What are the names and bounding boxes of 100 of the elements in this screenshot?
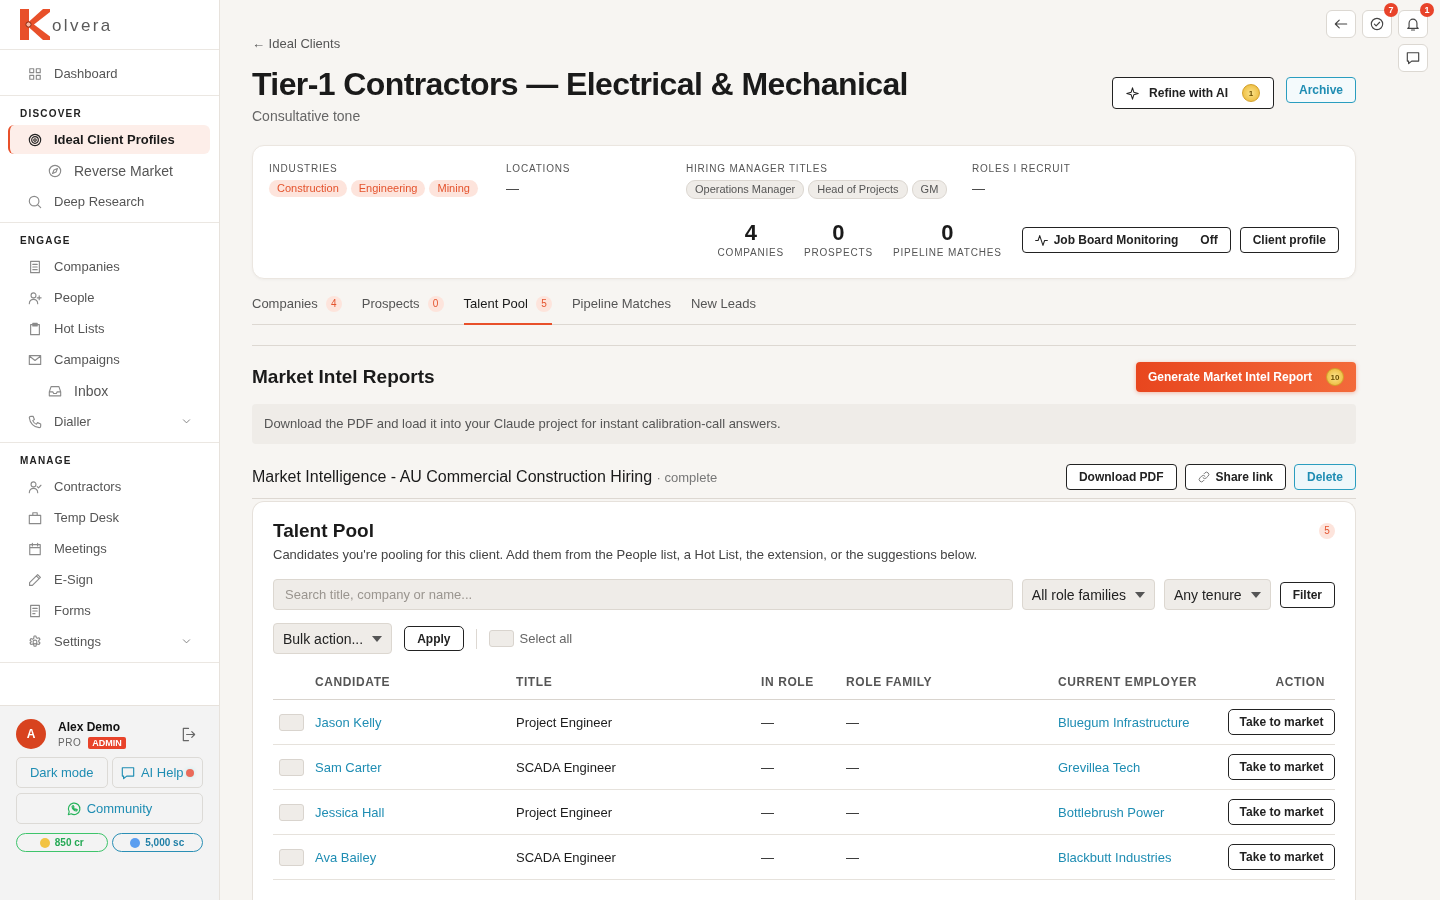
clipboard-icon (28, 321, 42, 336)
stat-value: 4 (743, 221, 758, 245)
candidate-link[interactable]: Jason Kelly (315, 714, 382, 730)
table-cell: — (761, 834, 846, 880)
table-cell: Project Engineer (516, 699, 761, 745)
employer-link[interactable]: Bluegum Infrastructure (1058, 714, 1190, 730)
card-title: Talent Pool (273, 519, 374, 543)
cost-badge: 1 (1241, 84, 1260, 102)
tab[interactable]: Companies 4 (252, 291, 342, 325)
take-to-market-button[interactable]: Take to market (1228, 844, 1335, 870)
nav-item[interactable]: Contractors (8, 472, 210, 501)
stat-value: 0 (831, 221, 846, 245)
nav-item[interactable]: Reverse Market (8, 156, 210, 185)
breadcrumb-link[interactable]: ← Ideal Clients (252, 36, 341, 52)
page-subtitle: Consultative tone (252, 107, 362, 125)
tab[interactable]: Talent Pool 5 (463, 291, 552, 325)
title-tag: Operations Manager (686, 180, 805, 199)
dark-mode-button[interactable]: Dark mode (16, 757, 108, 788)
page-title: Tier-1 Contractors — Electrical & Mechanical (252, 65, 908, 103)
row-checkbox[interactable] (279, 848, 304, 866)
column-header: ACTION (1228, 665, 1335, 700)
nav-item[interactable]: Companies (8, 252, 210, 281)
nav-item[interactable]: Hot Lists (8, 314, 210, 343)
table-cell: SCADA Engineer (516, 834, 761, 880)
delete-button[interactable]: Delete (1293, 464, 1356, 490)
employer-link[interactable]: Bottlebrush Power (1058, 804, 1165, 820)
search-field[interactable]: Search title, company or name... (273, 579, 1013, 610)
community-button[interactable]: Community (16, 793, 203, 824)
candidate-link[interactable]: Ava Bailey (315, 849, 377, 865)
row-checkbox[interactable] (279, 713, 304, 731)
tab[interactable]: Prospects 0 (361, 291, 444, 325)
table-cell: Project Engineer (516, 789, 761, 835)
nav-item[interactable]: Dashboard (8, 59, 210, 88)
nav-item[interactable]: Dialler (8, 407, 210, 436)
take-to-market-button[interactable]: Take to market (1228, 799, 1335, 825)
ai-help-button[interactable]: AI Help (111, 757, 203, 788)
download-pdf-button[interactable]: Download PDF (1065, 464, 1177, 490)
select-all-checkbox[interactable] (488, 630, 514, 647)
column-header: IN ROLE (761, 665, 846, 700)
title-tag: GM (911, 180, 948, 199)
nav-item[interactable]: Deep Research (8, 187, 210, 216)
report-title: Market Intelligence - AU Commercial Construction Hiring (252, 468, 653, 485)
field-label: HIRING MANAGER TITLES (686, 163, 829, 175)
field-value: — (972, 180, 986, 197)
report-status: · complete (656, 470, 718, 485)
tab[interactable]: New Leads (690, 291, 756, 325)
bell-icon (1406, 17, 1420, 31)
bulk-action-select[interactable]: Bulk action... (273, 623, 393, 654)
select-all-label[interactable]: Select all (519, 631, 573, 646)
caret-down-icon (372, 635, 383, 642)
candidate-link[interactable]: Jessica Hall (315, 804, 385, 820)
industry-tag: Construction (269, 180, 347, 197)
field-label: LOCATIONS (506, 163, 572, 175)
table-cell: — (846, 699, 1058, 745)
nav-item[interactable]: Forms (8, 596, 210, 625)
filter-select[interactable]: Any tenure (1163, 579, 1271, 610)
table-cell: — (761, 789, 846, 835)
refine-button[interactable]: Refine with AI 1 (1112, 77, 1274, 109)
candidate-link[interactable]: Sam Carter (315, 759, 382, 775)
table-cell: — (761, 744, 846, 790)
balance-amount: 850 cr (54, 837, 84, 848)
nav-item[interactable]: Ideal Client Profiles (8, 125, 210, 154)
row-checkbox[interactable] (279, 803, 304, 821)
take-to-market-button[interactable]: Take to market (1228, 754, 1335, 780)
industry-tag: Engineering (350, 180, 426, 197)
nav-item[interactable]: Inbox (8, 376, 210, 405)
stat-label: PROSPECTS (804, 247, 873, 259)
share-link-button[interactable]: Share link (1184, 464, 1286, 490)
count-badge: 4 (325, 296, 342, 312)
apply-button[interactable]: Apply (404, 626, 464, 651)
filter-select[interactable]: All role families (1021, 579, 1155, 610)
monitoring-button[interactable]: Job Board Monitoring Off (1021, 227, 1231, 253)
nav-item[interactable]: Meetings (8, 534, 210, 563)
stat-label: COMPANIES (717, 247, 785, 259)
nav-item[interactable]: People (8, 283, 210, 312)
archive-button[interactable]: Archive (1285, 77, 1356, 103)
take-to-market-button[interactable]: Take to market (1228, 709, 1335, 735)
tab[interactable]: Pipeline Matches (571, 291, 671, 325)
compass-icon (48, 163, 62, 178)
employer-link[interactable]: Grevillea Tech (1058, 759, 1141, 775)
row-checkbox[interactable] (279, 758, 304, 776)
messages-button[interactable] (1398, 44, 1428, 72)
chat-bubble-icon (120, 765, 135, 780)
filter-button[interactable]: Filter (1279, 581, 1335, 608)
pulse-line-icon (1034, 233, 1048, 247)
gear-icon (28, 634, 42, 649)
nav-item[interactable]: Settings (8, 627, 210, 656)
nav-item[interactable]: Campaigns (8, 345, 210, 374)
generate-report-button[interactable]: Generate Market Intel Report 10 (1135, 362, 1356, 392)
employer-link[interactable]: Blackbutt Industries (1058, 849, 1172, 865)
phone-icon (28, 414, 42, 429)
back-button[interactable] (1326, 10, 1356, 38)
nav-item[interactable]: E-Sign (8, 565, 210, 594)
role-badge: ADMIN (88, 736, 126, 749)
nav-item[interactable]: Temp Desk (8, 503, 210, 532)
logout-icon[interactable] (181, 726, 196, 742)
pencil-icon (28, 572, 42, 587)
envelope-icon (28, 352, 42, 367)
client-profile-button[interactable]: Client profile (1239, 227, 1339, 253)
field-value: — (506, 180, 520, 197)
